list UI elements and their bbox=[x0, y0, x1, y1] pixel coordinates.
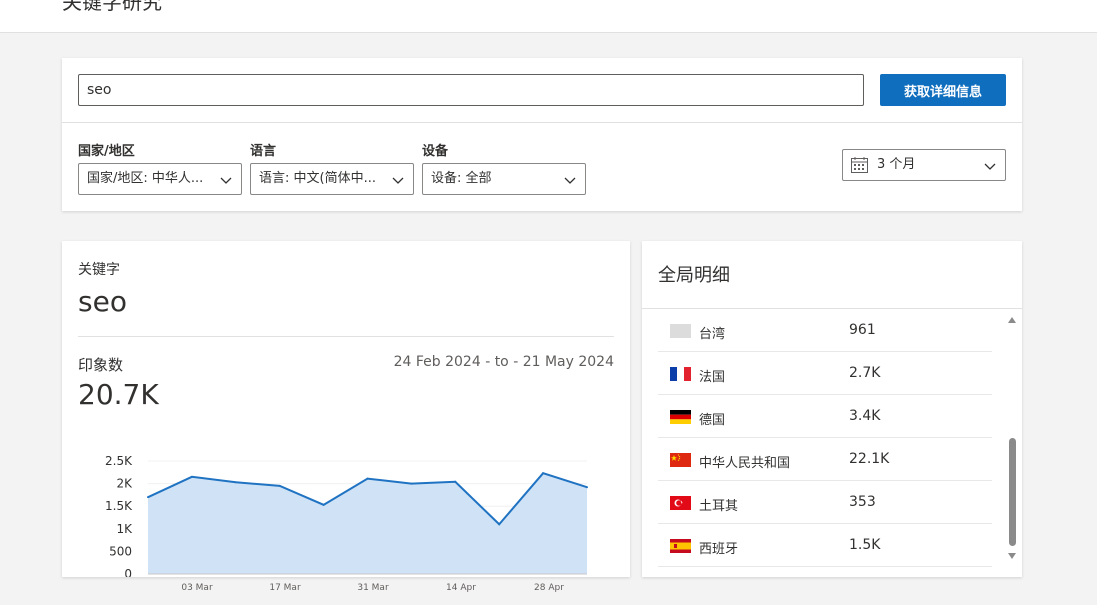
country-filter-label: 国家/地区 bbox=[78, 144, 135, 159]
country-filter: 国家/地区 国家/地区: 中华人... bbox=[78, 140, 242, 195]
turkey-flag-icon bbox=[670, 496, 691, 510]
top-bar: 关键字研究 bbox=[0, 0, 1097, 33]
x-tick-label: 28 Apr bbox=[534, 583, 564, 593]
x-tick-label: 14 Apr bbox=[446, 583, 476, 593]
data-point bbox=[410, 482, 413, 485]
scrollbar-thumb[interactable] bbox=[1009, 438, 1016, 546]
country-name: 中华人民共和国 bbox=[699, 456, 791, 471]
country-value: 1.5K bbox=[849, 537, 881, 553]
keyword-label: 关键字 bbox=[78, 262, 120, 278]
chevron-down-icon bbox=[564, 177, 576, 184]
date-range-text: 24 Feb 2024 - to - 21 May 2024 bbox=[393, 354, 614, 370]
get-details-button[interactable]: 获取详细信息 bbox=[880, 74, 1006, 106]
country-name: 土耳其 bbox=[699, 499, 739, 514]
list-item: 中华人民共和国 22.1K bbox=[658, 438, 992, 481]
data-point bbox=[366, 477, 369, 480]
data-point bbox=[322, 503, 325, 506]
impressions-value: 20.7K bbox=[78, 378, 159, 411]
y-tick-label: 500 bbox=[109, 544, 132, 558]
language-select[interactable]: 语言: 中文(简体中... bbox=[250, 163, 414, 195]
data-point bbox=[586, 486, 588, 489]
date-range-value: 3 个月 bbox=[877, 157, 916, 172]
x-tick-label: 17 Mar bbox=[269, 583, 301, 593]
y-tick-label: 2.5K bbox=[105, 454, 133, 468]
x-tick-label: 03 Mar bbox=[181, 583, 213, 593]
data-point bbox=[278, 484, 281, 487]
calendar-icon bbox=[851, 157, 868, 173]
country-name: 德国 bbox=[699, 413, 726, 428]
keyword-card: 关键字 seo 印象数 20.7K 24 Feb 2024 - to - 21 … bbox=[62, 241, 630, 577]
data-point bbox=[147, 496, 149, 499]
y-tick-label: 1K bbox=[116, 522, 133, 536]
country-value: 22.1K bbox=[849, 451, 890, 467]
country-value: 961 bbox=[849, 322, 876, 338]
language-filter-label: 语言 bbox=[250, 144, 277, 159]
device-filter: 设备 设备: 全部 bbox=[422, 140, 586, 195]
china-flag-icon bbox=[670, 453, 691, 467]
language-filter: 语言 语言: 中文(简体中... bbox=[250, 140, 414, 195]
chevron-down-icon bbox=[220, 177, 232, 184]
list-item: 法国 2.7K bbox=[658, 352, 992, 395]
data-point bbox=[190, 475, 193, 478]
impressions-label: 印象数 bbox=[78, 356, 124, 374]
keyword-value: seo bbox=[78, 285, 127, 318]
data-point bbox=[542, 472, 545, 475]
breakdown-list: 台湾 961 法国 2.7K 德国 3.4K 中华人民共和国 22.1K 土耳其… bbox=[658, 309, 992, 567]
chevron-down-icon bbox=[984, 163, 996, 170]
x-tick-label: 31 Mar bbox=[357, 583, 389, 593]
data-point bbox=[454, 480, 457, 483]
scroll-down-arrow[interactable] bbox=[1008, 553, 1016, 559]
list-item: 西班牙 1.5K bbox=[658, 524, 992, 567]
data-point bbox=[234, 481, 237, 484]
y-tick-label: 2K bbox=[116, 477, 133, 491]
country-name: 法国 bbox=[699, 370, 726, 385]
list-item: 德国 3.4K bbox=[658, 395, 992, 438]
device-select[interactable]: 设备: 全部 bbox=[422, 163, 586, 195]
country-value: 2.7K bbox=[849, 365, 881, 381]
breakdown-title: 全局明细 bbox=[658, 265, 730, 286]
keyword-search-input[interactable] bbox=[78, 74, 864, 106]
global-breakdown-card: 全局明细 台湾 961 法国 2.7K 德国 3.4K 中华人民共和国 22.1… bbox=[642, 241, 1022, 577]
scroll-up-arrow[interactable] bbox=[1008, 317, 1016, 323]
search-card: 获取详细信息 国家/地区 国家/地区: 中华人... 语言 语言: 中文(简体中… bbox=[62, 58, 1022, 211]
taiwan-flag-icon bbox=[670, 324, 691, 338]
spain-flag-icon bbox=[670, 539, 691, 553]
data-point bbox=[498, 523, 501, 526]
divider bbox=[62, 122, 1022, 123]
country-name: 台湾 bbox=[699, 327, 726, 342]
divider bbox=[78, 336, 614, 337]
language-select-value: 语言: 中文(简体中... bbox=[259, 171, 376, 186]
list-item: 土耳其 353 bbox=[658, 481, 992, 524]
x-axis-labels: 03 Mar 17 Mar 31 Mar 14 Apr 28 Apr bbox=[62, 583, 630, 597]
impressions-area bbox=[148, 473, 587, 574]
country-select-value: 国家/地区: 中华人... bbox=[87, 171, 204, 186]
date-range-select[interactable]: 3 个月 bbox=[842, 149, 1006, 181]
country-name: 西班牙 bbox=[699, 542, 739, 557]
page-title: 关键字研究 bbox=[62, 0, 162, 14]
germany-flag-icon bbox=[670, 410, 691, 424]
list-item: 台湾 961 bbox=[658, 309, 992, 352]
country-value: 3.4K bbox=[849, 408, 881, 424]
impressions-chart: 0 500 1K 1.5K 2K 2.5K bbox=[105, 454, 588, 577]
france-flag-icon bbox=[670, 367, 691, 381]
y-tick-label: 0 bbox=[124, 567, 132, 577]
country-value: 353 bbox=[849, 494, 876, 510]
country-select[interactable]: 国家/地区: 中华人... bbox=[78, 163, 242, 195]
device-select-value: 设备: 全部 bbox=[431, 171, 492, 186]
chevron-down-icon bbox=[392, 177, 404, 184]
y-tick-label: 1.5K bbox=[105, 499, 133, 513]
device-filter-label: 设备 bbox=[422, 144, 449, 159]
